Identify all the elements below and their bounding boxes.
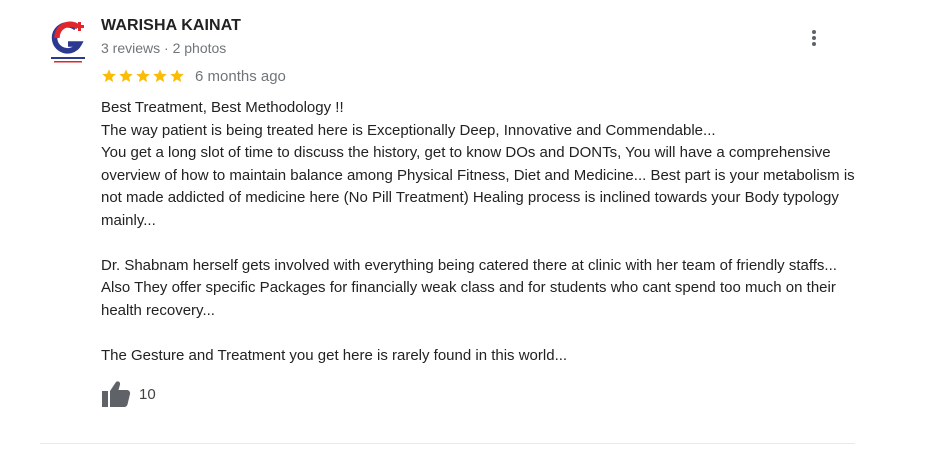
- star-icon: [170, 69, 184, 82]
- author-meta[interactable]: 3 reviews · 2 photos: [101, 40, 226, 56]
- review-text: Best Treatment, Best Methodology !! The …: [101, 97, 861, 367]
- star-icon: [136, 69, 150, 82]
- author-avatar[interactable]: [48, 18, 90, 66]
- review-time: 6 months ago: [195, 67, 286, 85]
- star-icon: [119, 69, 133, 82]
- like-count: 10: [139, 385, 156, 403]
- galaxy-logo-icon: [51, 21, 85, 63]
- review-text-line: The way patient is being treated here is…: [101, 121, 716, 139]
- star-rating: [101, 68, 185, 84]
- more-options-button[interactable]: [802, 26, 826, 50]
- review-text-line: Best Treatment, Best Methodology !!: [101, 99, 344, 116]
- like-row: 10: [101, 380, 156, 408]
- author-name[interactable]: WARISHA KAINAT: [101, 17, 241, 35]
- rating-row: 6 months ago: [101, 66, 286, 86]
- star-icon: [102, 69, 116, 82]
- thumbs-up-icon: [102, 381, 131, 407]
- divider: [40, 443, 855, 444]
- star-icon: [153, 69, 167, 82]
- review-card: WARISHA KAINAT 3 reviews · 2 photos 6 mo…: [0, 0, 938, 457]
- like-button[interactable]: [101, 380, 131, 408]
- review-text-paragraph: The Gesture and Treatment you get here i…: [101, 346, 568, 364]
- more-vert-icon: [812, 30, 816, 46]
- review-text-paragraph: Dr. Shabnam herself gets involved with e…: [101, 256, 837, 319]
- review-text-line: You get a long slot of time to discuss t…: [101, 144, 855, 229]
